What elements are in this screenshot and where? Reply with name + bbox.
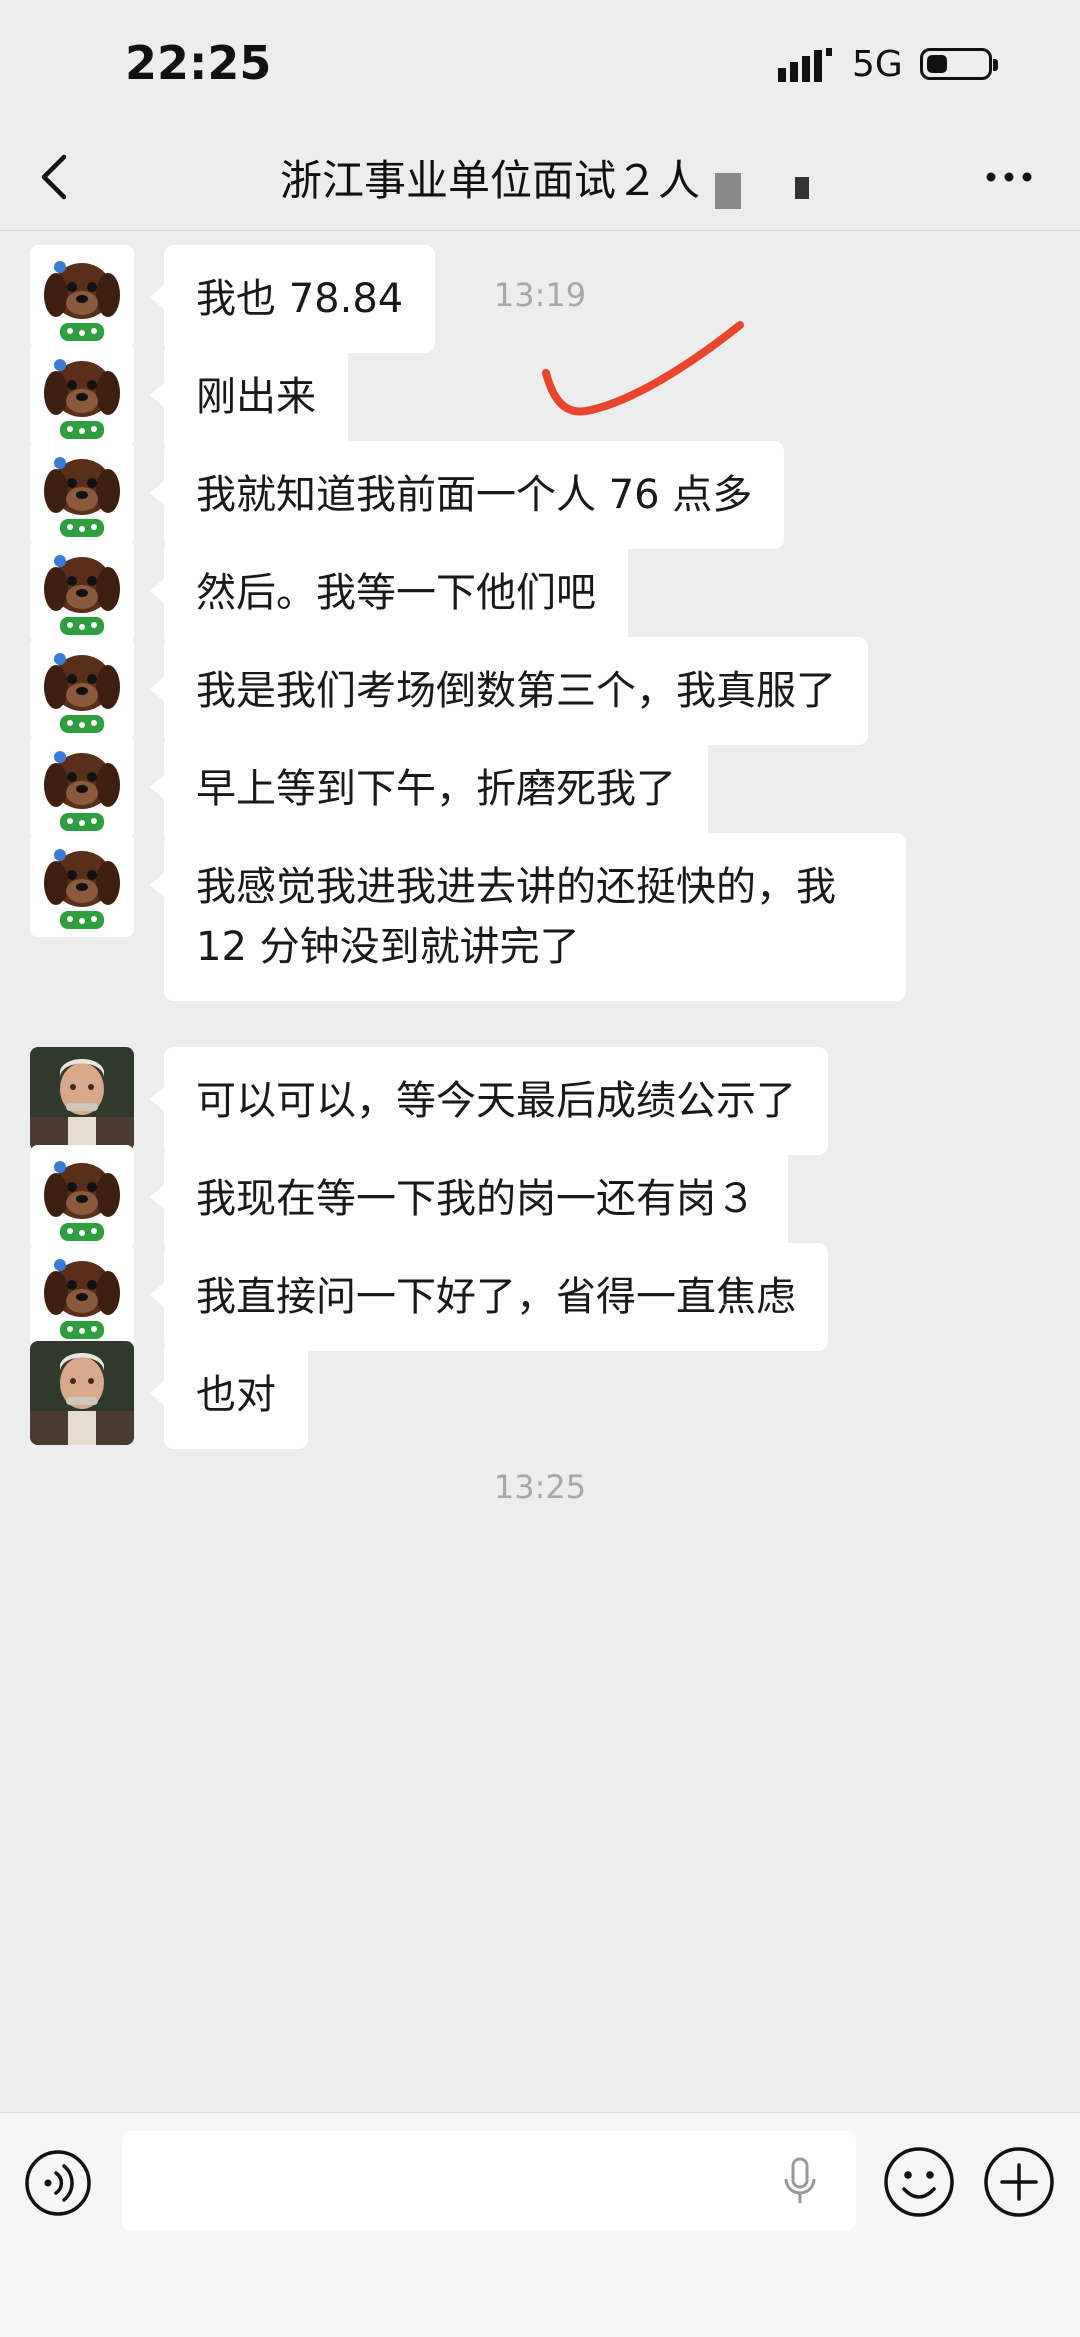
chevron-left-icon[interactable] (34, 149, 74, 205)
message-bubble[interactable]: 我直接问一下好了，省得一直焦虑 (150, 1243, 828, 1351)
avatar-elder[interactable] (30, 1047, 134, 1151)
message-bubble[interactable]: 可以可以，等今天最后成绩公示了 (150, 1047, 828, 1155)
message-bubble[interactable]: 然后。我等一下他们吧 (150, 539, 628, 647)
avatar-puppy[interactable] (30, 735, 134, 839)
emoji-icon[interactable] (882, 2145, 956, 2219)
avatar-puppy[interactable] (30, 637, 134, 741)
avatar-elder[interactable] (30, 1341, 134, 1445)
voice-icon[interactable] (24, 2149, 92, 2217)
battery-icon (920, 48, 998, 80)
nav-bar: 浙江事业单位面试２人 (0, 125, 1080, 231)
avatar-puppy[interactable] (30, 1243, 134, 1347)
microphone-icon[interactable] (782, 2157, 818, 2207)
input-bar (0, 2112, 1080, 2337)
timestamp: 13:25 (493, 1468, 587, 1506)
message-bubble[interactable]: 我就知道我前面一个人 76 点多 (149, 441, 785, 549)
message-bubble[interactable]: 早上等到下午，折磨死我了 (150, 735, 708, 843)
chat-title[interactable]: 浙江事业单位面试２人 (280, 147, 700, 208)
more-dots-icon[interactable] (985, 165, 1033, 189)
message-bubble[interactable]: 我是我们考场倒数第三个，我真服了 (150, 637, 868, 745)
avatar-puppy[interactable] (30, 833, 134, 937)
message-bubble[interactable]: 刚出来 (150, 343, 348, 451)
network-type: 5G (852, 44, 903, 85)
redacted-name (795, 177, 809, 199)
red-checkmark-annotation (542, 321, 744, 416)
avatar-puppy[interactable] (30, 1145, 134, 1249)
message-bubble[interactable]: 我现在等一下我的岗一还有岗３ (150, 1145, 788, 1253)
avatar-puppy[interactable] (30, 539, 134, 643)
battery-level (927, 55, 947, 73)
message-input[interactable] (122, 2131, 856, 2231)
plus-icon[interactable] (982, 2145, 1056, 2219)
status-time: 22:25 (125, 36, 272, 90)
status-bar: 22:25 5G (0, 0, 1080, 125)
message-bubble[interactable]: 也对 (150, 1341, 308, 1449)
redacted-name (715, 173, 741, 209)
avatar-puppy[interactable] (30, 343, 134, 447)
message-bubble[interactable]: 我感觉我进我进去讲的还挺快的，我 12 分钟没到就讲完了 (150, 833, 906, 1001)
avatar-puppy[interactable] (30, 441, 134, 545)
signal-icon (778, 48, 832, 82)
message-bubble[interactable]: 我也 78.84 (149, 245, 436, 353)
avatar-puppy[interactable] (30, 245, 134, 349)
